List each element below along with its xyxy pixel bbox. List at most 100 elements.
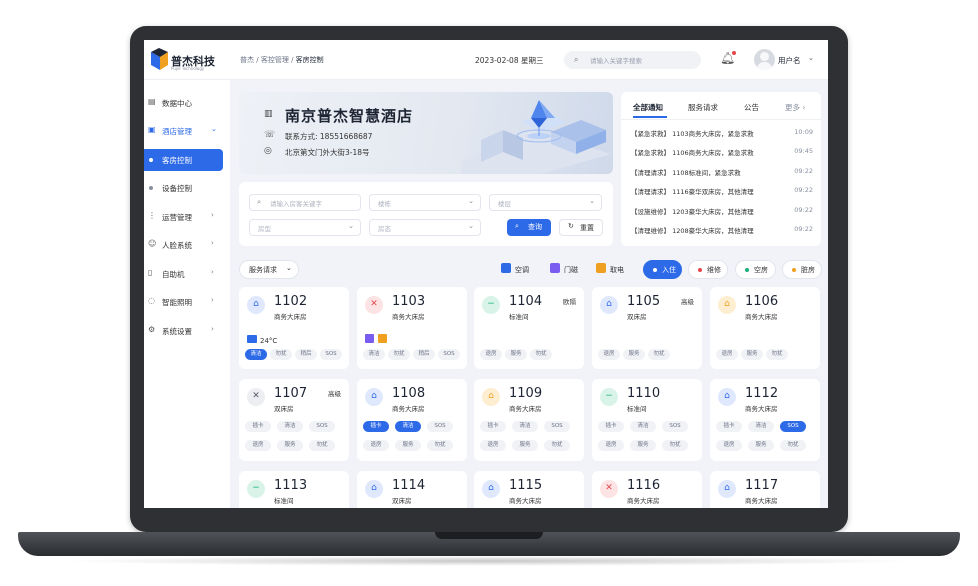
room-action-chip[interactable]: 清洁 [245,349,267,360]
room-action-chip[interactable]: 服务 [395,440,421,451]
status-filter-dirty[interactable]: 脏房 [782,260,822,279]
room-action-chip[interactable]: SOS [320,349,342,360]
room-card[interactable]: ⌂ 1112 商务大床房 插卡 清洁 SOS 退房 服务 勿扰 [710,379,820,461]
room-number: 1108 [392,386,426,401]
room-card[interactable]: ⌂ 1102 商务大床房 24°C 清洁 勿扰 稍后 SOS [239,287,349,369]
tab-service-requests[interactable]: 服务请求 [688,102,718,113]
room-action-chip[interactable]: 插卡 [716,421,742,432]
room-action-chip[interactable]: 服务 [748,440,774,451]
room-action-chip[interactable]: 勿扰 [309,440,335,451]
room-card[interactable]: −1110 标准间 插卡 清洁 SOS 退房 服务 勿扰 [592,379,702,461]
tab-announcements[interactable]: 公告 [744,102,759,113]
room-action-chip[interactable]: SOS [309,421,335,432]
room-card[interactable]: ⌂ 1108 商务大床房 插卡 清洁 SOS 退房 服务 勿扰 [357,379,467,461]
room-action-chip[interactable]: 勿扰 [427,440,453,451]
room-action-chip[interactable]: SOS [427,421,453,432]
room-action-chip[interactable]: 插卡 [363,421,389,432]
room-action-chip[interactable]: 服务 [277,440,303,451]
sidebar-item-system-settings[interactable]: ⚙︎ 系统设置 › [144,320,230,342]
chevron-down-icon[interactable]: ⌄ [808,54,814,62]
room-action-chip[interactable]: 稍后 [295,349,317,360]
sidebar-item-kiosk[interactable]: ▯ 自助机 › [144,263,230,285]
room-card[interactable]: ⌂ 1106 商务大床房 退房 服务 勿扰 [710,287,820,369]
room-action-chip[interactable]: 勿扰 [662,440,688,451]
room-action-chip[interactable]: 退房 [480,440,506,451]
room-action-chip[interactable]: 退房 [598,440,624,451]
room-action-chip[interactable]: 清洁 [748,421,774,432]
service-request-select[interactable]: 服务请求 ⌄ [239,260,299,279]
room-card[interactable]: −1113 标准间 [239,471,349,508]
room-action-chip[interactable]: 清洁 [512,421,538,432]
room-action-chip[interactable]: 退房 [716,349,738,360]
notice-row[interactable]: 【紧急求救】 1103商务大床房，紧急求救 10:09 [631,126,813,140]
notice-row[interactable]: 【清理请求】 1116豪华双床房，其他清理 09:22 [631,184,813,198]
notice-row[interactable]: 【清理请求】 1108标准间，紧急求救 09:22 [631,165,813,179]
room-action-chip[interactable]: 勿扰 [270,349,292,360]
room-action-chip[interactable]: 清洁 [277,421,303,432]
room-card[interactable]: ⌂ 1109 商务大床房 插卡 清洁 SOS 退房 服务 勿扰 [474,379,584,461]
room-card[interactable]: ⌂ 1115 商务大床房 [474,471,584,508]
notice-row[interactable]: 【紧急求救】 1106商务大床房，紧急求救 09:45 [631,145,813,159]
query-button[interactable]: ⌕ 查询 [507,219,551,236]
room-card[interactable]: ✕ 1116 商务大床房 [592,471,702,508]
room-action-chip[interactable]: 服务 [505,349,527,360]
room-card[interactable]: ✕ 1103 商务大床房 清洁 勿扰 稍后 SOS [357,287,467,369]
room-action-chip[interactable]: 退房 [598,349,620,360]
room-action-chip[interactable]: 服务 [623,349,645,360]
status-filter-occupied[interactable]: 入住 [643,260,682,279]
sidebar-item-device-control[interactable]: 设备控制 [144,177,230,199]
room-action-chip[interactable]: SOS [438,349,460,360]
sidebar-item-hotel-management[interactable]: ▣ 酒店管理 ⌄ [144,120,230,142]
more-link[interactable]: 更多 › [785,102,805,113]
room-action-chip[interactable]: SOS [544,421,570,432]
room-action-chip[interactable]: 退房 [363,440,389,451]
notice-row[interactable]: 【清理维修】 1208豪华大床房，其他清理 09:22 [631,223,813,237]
sidebar-item-data-center[interactable]: ▤ 数据中心 [144,92,230,114]
tab-all-notices[interactable]: 全部通知 [633,102,663,113]
room-action-chip[interactable]: 退房 [480,349,502,360]
room-action-chip[interactable]: 勿扰 [388,349,410,360]
status-filter-vacant[interactable]: 空房 [735,260,776,279]
user-name[interactable]: 用户名 [778,55,801,66]
room-card[interactable]: −1104 标准间 欧隔 退房 服务 勿扰 [474,287,584,369]
breadcrumb-item[interactable]: 普杰 [240,56,254,64]
room-type-select[interactable]: 房型 ⌄ [249,219,361,236]
building-select[interactable]: 楼栋 ⌄ [369,194,481,211]
room-action-chip[interactable]: 服务 [741,349,763,360]
room-action-chip[interactable]: 插卡 [480,421,506,432]
room-action-chip[interactable]: 勿扰 [780,440,806,451]
room-action-chip[interactable]: SOS [780,421,806,432]
room-action-chip[interactable]: 勿扰 [766,349,788,360]
room-action-chip[interactable]: 勿扰 [648,349,670,360]
room-card[interactable]: ⌂ 1117 商务大床房 [710,471,820,508]
room-action-chip[interactable]: 退房 [716,440,742,451]
sidebar-item-face-system[interactable]: ☺ 人脸系统 › [144,234,230,256]
room-action-chip[interactable]: 稍后 [413,349,435,360]
sidebar-item-operations[interactable]: ⋮ 运营管理 › [144,206,230,228]
room-action-chip[interactable]: 清洁 [630,421,656,432]
room-action-chip[interactable]: 清洁 [363,349,385,360]
room-action-chip[interactable]: 勿扰 [530,349,552,360]
room-action-chip[interactable]: 插卡 [245,421,271,432]
breadcrumb-item[interactable]: 客控管理 [261,56,289,64]
room-action-chip[interactable]: SOS [662,421,688,432]
keyword-search-input[interactable]: ⌕ 请输入房客关键字 [249,194,361,211]
room-card[interactable]: ⌂ 1114 双床房 [357,471,467,508]
room-status-select[interactable]: 房态 ⌄ [369,219,481,236]
room-action-chip[interactable]: 服务 [630,440,656,451]
avatar[interactable] [754,49,775,70]
room-action-chip[interactable]: 勿扰 [544,440,570,451]
room-card[interactable]: ✕ 1107 双床房 高级 插卡 清洁 SOS 退房 服务 勿扰 [239,379,349,461]
room-action-chip[interactable]: 服务 [512,440,538,451]
room-action-chip[interactable]: 插卡 [598,421,624,432]
floor-select[interactable]: 楼层 ⌄ [489,194,602,211]
sidebar-item-smart-lighting[interactable]: ◌ 智能照明 › [144,291,230,313]
room-action-chip[interactable]: 退房 [245,440,271,451]
room-card[interactable]: ⌂ 1105 双床房 高级 退房 服务 勿扰 [592,287,702,369]
reset-button[interactable]: ↻ 重置 [559,219,603,236]
notice-row[interactable]: 【设施维修】 1203豪华大床房，其他清理 09:22 [631,204,813,218]
status-filter-repair[interactable]: 维修 [688,260,728,279]
room-action-chip[interactable]: 清洁 [395,421,421,432]
global-search-input[interactable]: ⌕ 请输入关键字搜索 [564,51,701,69]
sidebar-item-room-control[interactable]: 客房控制 [144,149,223,171]
